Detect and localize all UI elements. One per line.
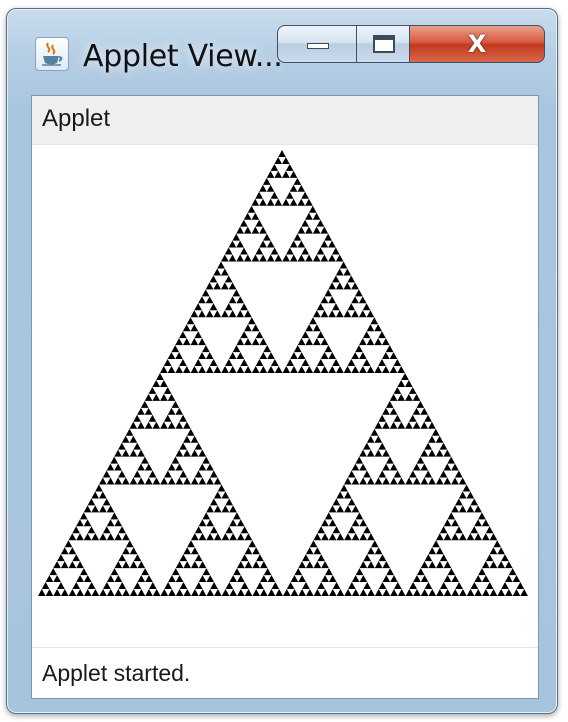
maximize-icon	[373, 35, 395, 53]
status-text: Applet started.	[42, 660, 191, 686]
minimize-icon	[307, 43, 329, 49]
applet-client-area: Applet Applet started.	[31, 95, 539, 699]
title-bar[interactable]: Applet View... X	[7, 9, 557, 89]
java-icon[interactable]	[35, 37, 69, 71]
sierpinski-triangle	[38, 150, 528, 596]
fractal-triangles	[38, 150, 528, 596]
close-button[interactable]: X	[409, 25, 545, 63]
menu-bar: Applet	[32, 96, 538, 145]
java-coffee-cup-icon	[42, 42, 63, 66]
sierpinski-triangle-canvas	[38, 150, 528, 596]
applet-viewer-window: Applet View... X Applet Applet started.	[6, 8, 558, 714]
status-bar: Applet started.	[32, 647, 538, 698]
menu-item-applet[interactable]: Applet	[42, 105, 110, 133]
minimize-button[interactable]	[277, 25, 357, 63]
maximize-button[interactable]	[356, 25, 410, 63]
close-icon: X	[467, 30, 487, 58]
window-title: Applet View...	[83, 39, 283, 74]
